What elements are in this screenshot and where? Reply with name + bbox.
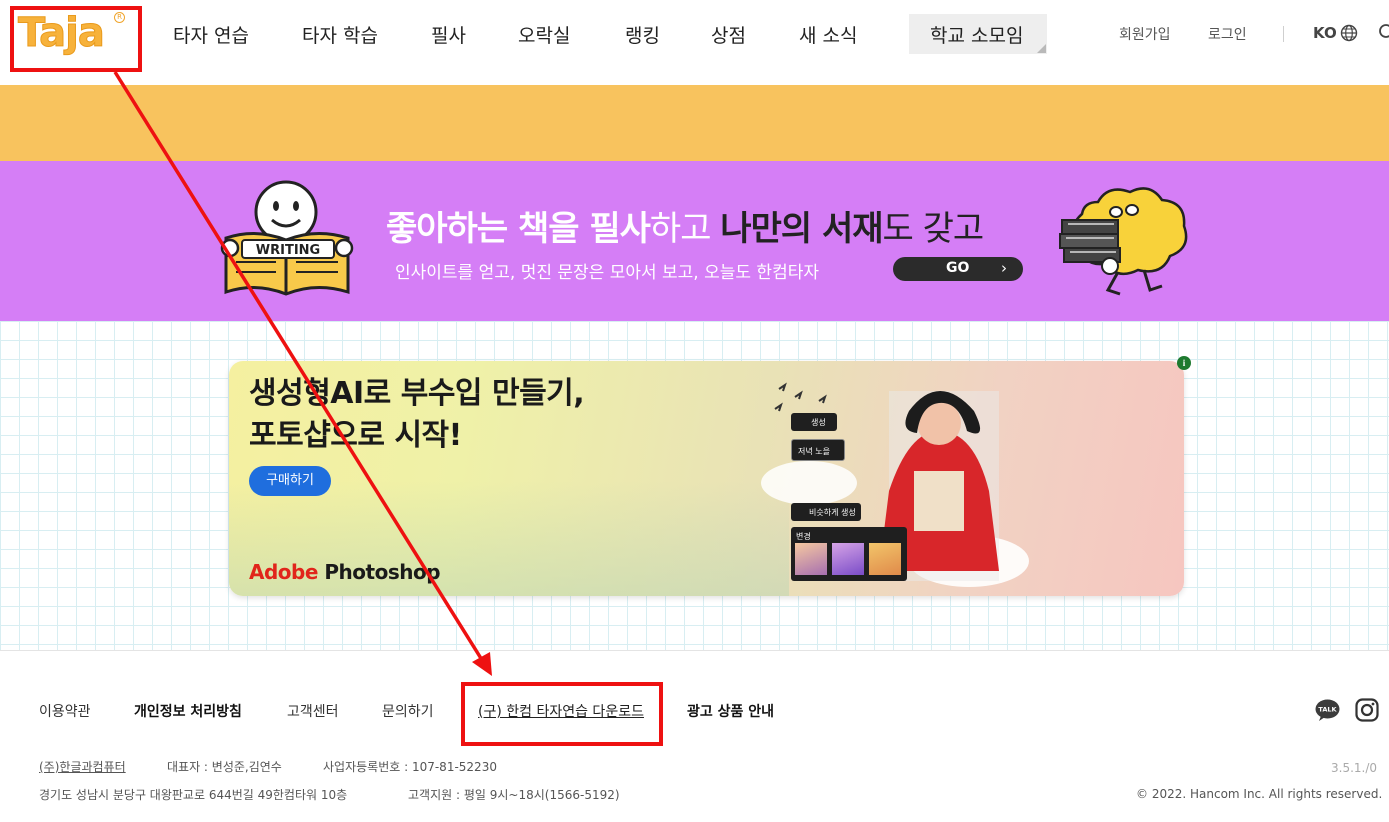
divider	[1283, 26, 1284, 42]
chip-generate: 생성	[791, 413, 837, 431]
language-selector[interactable]: KO	[1313, 24, 1337, 42]
thumb-1	[795, 543, 827, 575]
book-label: WRITING	[256, 243, 320, 258]
nav-news[interactable]: 새 소식	[799, 21, 857, 48]
ceo-info: 대표자 : 변성준,김연수	[167, 760, 282, 774]
banner-title-part4: 도 갖고	[882, 209, 985, 249]
instagram-icon[interactable]	[1355, 698, 1379, 722]
search-icon[interactable]	[1378, 23, 1389, 41]
talk-label: TALK	[1318, 706, 1337, 714]
fold-corner	[1037, 44, 1046, 53]
banner-subtitle: 인사이트를 얻고, 멋진 문장은 모아서 보고, 오늘도 한컴타자	[395, 263, 819, 283]
nav-typing-learning[interactable]: 타자 학습	[302, 21, 378, 48]
annotation-box-logo	[10, 6, 142, 72]
nav-shop[interactable]: 상점	[711, 21, 746, 48]
nav-transcription[interactable]: 필사	[431, 21, 466, 48]
ad-headline-line1: 생성형AI로 부수입 만들기,	[249, 376, 585, 411]
header: Taja R 타자 연습 타자 학습 필사 오락실 랭킹 상점 새 소식 학교 …	[0, 0, 1389, 85]
signup-link[interactable]: 회원가입	[1119, 24, 1171, 44]
photoshop-word: Photoshop	[317, 560, 441, 584]
globe-icon[interactable]	[1340, 24, 1358, 42]
buy-button[interactable]: 구매하기	[249, 466, 331, 496]
nav-typing-practice[interactable]: 타자 연습	[173, 21, 249, 48]
nav-arcade[interactable]: 오락실	[518, 21, 570, 48]
banner-title-part1: 좋아하는 책을 필사	[386, 209, 651, 249]
nav-school-group[interactable]: 학교 소모임	[909, 14, 1047, 54]
footer-ad-products[interactable]: 광고 상품 안내	[687, 701, 774, 721]
photoshop-ad[interactable]: 생성형AI로 부수입 만들기, 포토샵으로 시작! 구매하기 Adobe Pho…	[229, 361, 1184, 596]
footer-divider	[0, 650, 1389, 651]
chip-change-panel: 변경	[791, 527, 907, 581]
ad-headline: 생성형AI로 부수입 만들기, 포토샵으로 시작!	[249, 373, 585, 457]
login-link[interactable]: 로그인	[1208, 24, 1247, 44]
annotation-box-download	[461, 682, 663, 746]
banner-title-part3: 나만의 서재	[720, 209, 883, 249]
yellow-band	[0, 85, 1389, 161]
writing-book-character: WRITING	[220, 180, 354, 296]
banner-title[interactable]: 좋아하는 책을 필사하고 나만의 서재도 갖고	[386, 201, 985, 250]
go-button[interactable]: GO ›	[893, 257, 1023, 281]
nav-school-label: 학교 소모임	[930, 25, 1024, 47]
company-name[interactable]: (주)한글과컴퓨터	[39, 758, 126, 775]
info-icon[interactable]: i	[1177, 356, 1191, 370]
chevron-right-icon: ›	[1001, 259, 1007, 277]
footer-privacy[interactable]: 개인정보 처리방침	[134, 701, 242, 721]
footer-inquiry[interactable]: 문의하기	[382, 701, 434, 721]
ad-headline-line2: 포토샵으로 시작!	[249, 418, 462, 453]
business-number: 사업자등록번호 : 107-81-52230	[323, 760, 497, 774]
footer-customer-center[interactable]: 고객센터	[287, 701, 339, 721]
cloud-book-character	[1059, 187, 1188, 296]
company-address: 경기도 성남시 분당구 대왕판교로 644번길 49한컴타워 10층	[39, 788, 348, 802]
kakao-talk-icon[interactable]: TALK	[1315, 699, 1340, 721]
copyright: © 2022. Hancom Inc. All rights reserved.	[1136, 787, 1383, 801]
nav-ranking[interactable]: 랭킹	[625, 21, 660, 48]
thumb-2	[832, 543, 864, 575]
support-hours: 고객지원 : 평일 9시~18시(1566-5192)	[408, 788, 620, 802]
banner-title-part2: 하고	[649, 209, 721, 249]
adobe-word: Adobe	[249, 560, 318, 584]
go-label: GO	[946, 260, 970, 276]
thumb-3	[869, 543, 901, 575]
chip-sunset: 저녁 노을	[791, 439, 845, 461]
version-label: 3.5.1./0	[1331, 761, 1378, 775]
footer-terms[interactable]: 이용약관	[39, 701, 91, 721]
ad-brand: Adobe Photoshop	[249, 560, 441, 584]
chip-similar: 비슷하게 생성	[791, 503, 861, 521]
